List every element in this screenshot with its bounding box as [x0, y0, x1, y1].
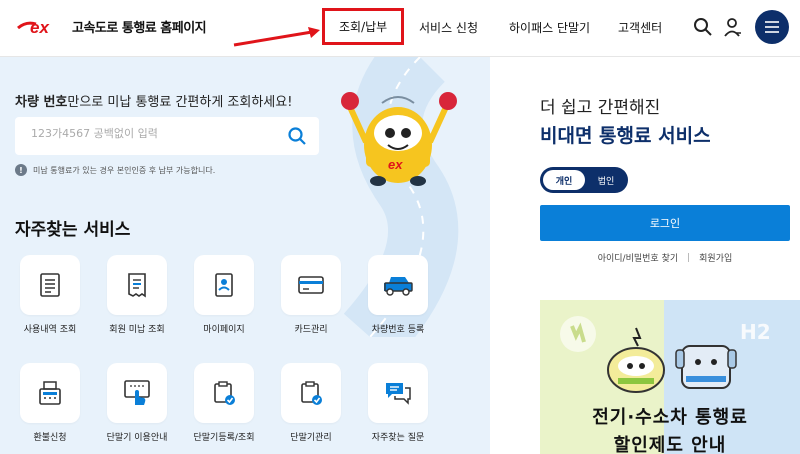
search-lead-text: 차량 번호만으로 미납 통행료 간편하게 조회하세요!: [15, 91, 292, 110]
join-link[interactable]: 회원가입: [699, 251, 732, 264]
service-card[interactable]: [107, 363, 167, 423]
service-card[interactable]: [368, 363, 428, 423]
service-label: 마이페이지: [203, 325, 245, 335]
service-label: 카드관리: [294, 325, 328, 335]
menu-button[interactable]: [755, 10, 789, 44]
service-card[interactable]: [281, 363, 341, 423]
account-links: 아이디/비밀번호 찾기 회원가입: [540, 251, 790, 264]
service-device-guide[interactable]: 단말기 이용안내: [102, 363, 172, 443]
notice-line: ! 미납 통행료가 있는 경우 본인인증 후 납부 가능합니다.: [15, 164, 215, 176]
plate-search-button[interactable]: [287, 126, 307, 146]
device-check-icon: [301, 381, 322, 405]
service-card[interactable]: [194, 255, 254, 315]
tab-corporate[interactable]: 법인: [586, 170, 626, 190]
search-icon[interactable]: [692, 16, 714, 38]
plate-search-box: [15, 117, 319, 155]
service-card[interactable]: [194, 363, 254, 423]
service-card[interactable]: [281, 255, 341, 315]
service-label: 사용내역 조회: [23, 325, 77, 335]
red-arrow-annotation: [233, 27, 320, 47]
service-usage-history[interactable]: 사용내역 조회: [15, 255, 85, 335]
eco-car-mascots: [607, 327, 737, 393]
hydrogen-badge: H2: [740, 320, 771, 344]
services-title: 자주찾는 서비스: [15, 220, 131, 240]
id-card-icon: [215, 273, 233, 297]
credit-card-icon: [298, 276, 324, 294]
service-label: 회원 미납 조회: [109, 325, 165, 335]
receipt-icon: [128, 273, 146, 298]
device-check-icon: [214, 381, 235, 405]
toll-search-panel: 차량 번호만으로 미납 통행료 간편하게 조회하세요! ! 미납 통행료가 있는…: [0, 57, 490, 454]
login-panel: 더 쉽고 간편해진 비대면 통행료 서비스 개인 법인 로그인 아이디/비밀번호…: [490, 57, 800, 454]
banner-line1: 전기·수소차 통행료: [592, 407, 748, 428]
service-card-management[interactable]: 카드관리: [276, 255, 346, 335]
login-title: 비대면 통행료 서비스: [540, 125, 711, 147]
mascot-illustration: ex: [341, 92, 457, 186]
cash-register-icon: [39, 381, 61, 405]
member-type-toggle: 개인 법인: [540, 167, 628, 193]
site-logo[interactable]: ex 고속도로 통행료 홈페이지: [16, 15, 207, 37]
nav-inquiry-payment[interactable]: 조회/납부: [322, 8, 405, 45]
eco-car-discount-banner[interactable]: H2 전기·수소차 통행료 할인제도 안내: [540, 300, 800, 454]
user-icon[interactable]: [722, 16, 744, 38]
notice-text: 미납 통행료가 있는 경우 본인인증 후 납부 가능합니다.: [33, 165, 216, 175]
service-label: 차량번호 등록: [371, 325, 425, 335]
nav-hipass-device[interactable]: 하이패스 단말기: [509, 19, 590, 36]
service-card[interactable]: [20, 363, 80, 423]
svg-text:ex: ex: [30, 18, 50, 37]
login-button[interactable]: 로그인: [540, 205, 790, 241]
service-card[interactable]: [107, 255, 167, 315]
lead-bold: 차량 번호: [15, 95, 68, 110]
site-header: ex 고속도로 통행료 홈페이지 조회/납부 서비스 신청 하이패스 단말기 고…: [0, 0, 800, 57]
service-card[interactable]: [20, 255, 80, 315]
link-divider: [688, 253, 690, 262]
electric-badge-icon: [560, 316, 596, 352]
service-device-management[interactable]: 단말기관리: [276, 363, 346, 443]
lead-rest: 만으로 미납 통행료 간편하게 조회하세요!: [67, 95, 293, 110]
svg-text:ex: ex: [388, 157, 403, 172]
nav-service-apply[interactable]: 서비스 신청: [419, 19, 478, 36]
nav-customer-center[interactable]: 고객센터: [618, 19, 662, 36]
service-plate-register[interactable]: 차량번호 등록: [363, 255, 433, 335]
logo-text: 고속도로 통행료 홈페이지: [72, 20, 207, 36]
chat-icon: [386, 383, 411, 405]
touch-icon: [124, 380, 150, 405]
service-card[interactable]: [368, 255, 428, 315]
service-label: 환불신청: [33, 433, 67, 443]
login-subtitle: 더 쉽고 간편해진: [540, 98, 661, 118]
service-label: 단말기 이용안내: [106, 433, 168, 443]
service-label: 단말기등록/조회: [193, 433, 255, 443]
service-faq[interactable]: 자주찾는 질문: [363, 363, 433, 443]
info-icon: !: [15, 164, 27, 176]
find-id-password-link[interactable]: 아이디/비밀번호 찾기: [598, 251, 678, 264]
ex-logo-icon: ex: [17, 18, 50, 37]
truck-icon: [384, 277, 413, 296]
tab-personal[interactable]: 개인: [543, 170, 585, 190]
document-list-icon: [40, 273, 60, 297]
menu-icon: [765, 21, 779, 33]
service-label: 단말기관리: [290, 433, 332, 443]
banner-line2: 할인제도 안내: [613, 435, 727, 454]
service-refund[interactable]: 환불신청: [15, 363, 85, 443]
service-mypage[interactable]: 마이페이지: [189, 255, 259, 335]
plate-number-input[interactable]: [31, 127, 281, 140]
service-member-unpaid[interactable]: 회원 미납 조회: [102, 255, 172, 335]
service-label: 자주찾는 질문: [371, 433, 425, 443]
service-device-register[interactable]: 단말기등록/조회: [189, 363, 259, 443]
